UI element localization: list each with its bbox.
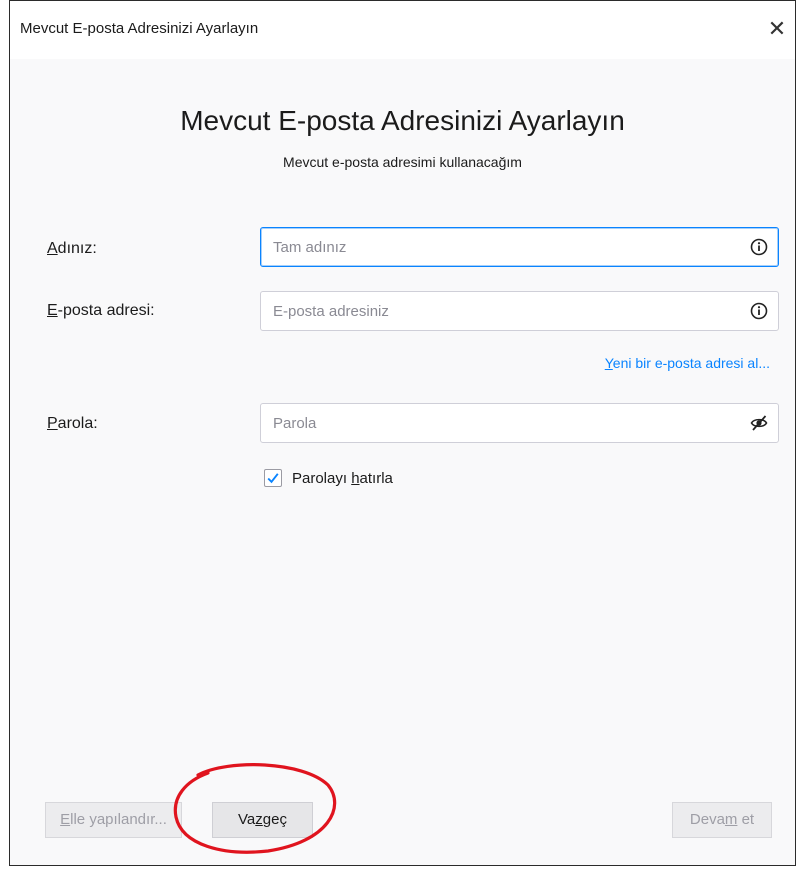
remember-label-post: atırla: [359, 470, 393, 487]
close-button[interactable]: ✕: [761, 13, 793, 45]
title-bar: Mevcut E-posta Adresinizi Ayarlayın ✕: [10, 1, 795, 59]
cancel-label-accesskey: z: [255, 811, 263, 828]
remember-password-label[interactable]: Parolayı hatırla: [292, 470, 393, 487]
continue-label-pre: Deva: [689, 811, 725, 828]
new-email-link-text: eni bir e-posta adresi al...: [612, 355, 770, 371]
page-subtitle: Mevcut e-posta adresimi kullanacağım: [283, 154, 522, 170]
password-label-accesskey: P: [47, 415, 58, 432]
info-icon[interactable]: [750, 302, 768, 320]
continue-button[interactable]: Devam et: [672, 802, 772, 838]
continue-label-post: et: [737, 811, 755, 828]
name-input[interactable]: [269, 228, 737, 266]
remember-password-checkbox[interactable]: [264, 469, 282, 487]
close-icon: ✕: [767, 16, 787, 41]
remember-label-accesskey: h: [351, 470, 360, 487]
name-label-text: dınız:: [57, 240, 97, 257]
name-label: Adınız:: [47, 240, 97, 258]
password-input[interactable]: [269, 404, 737, 442]
page-title: Mevcut E-posta Adresinizi Ayarlayın: [180, 105, 625, 136]
cancel-label-post: geç: [262, 811, 287, 828]
password-label-text: arola:: [57, 415, 98, 432]
email-label: E-posta adresi:: [47, 302, 155, 320]
manual-config-accesskey: E: [60, 811, 71, 828]
manual-config-text: lle yapılandır...: [70, 811, 167, 828]
window-title: Mevcut E-posta Adresinizi Ayarlayın: [20, 20, 259, 37]
name-field[interactable]: [260, 227, 779, 267]
checkmark-icon: [267, 473, 279, 484]
name-label-accesskey: A: [47, 240, 58, 257]
password-label: Parola:: [47, 415, 98, 433]
cancel-button[interactable]: Vazgeç: [212, 802, 313, 838]
email-field[interactable]: [260, 291, 779, 331]
remember-label-pre: Parolayı: [292, 470, 352, 487]
continue-label-accesskey: m: [724, 811, 738, 828]
new-email-link[interactable]: Yeni bir e-posta adresi al...: [605, 355, 770, 371]
email-label-accesskey: E: [47, 302, 58, 319]
password-field[interactable]: [260, 403, 779, 443]
info-icon[interactable]: [750, 238, 768, 256]
manual-config-button[interactable]: Elle yapılandır...: [45, 802, 182, 838]
new-email-link-accesskey: Y: [604, 355, 613, 371]
dialog-window: Mevcut E-posta Adresinizi Ayarlayın ✕ Me…: [9, 0, 796, 866]
eye-slash-icon[interactable]: [750, 414, 768, 432]
cancel-label-pre: Va: [238, 811, 256, 828]
email-label-text: -posta adresi:: [57, 302, 155, 319]
email-input[interactable]: [269, 292, 737, 330]
